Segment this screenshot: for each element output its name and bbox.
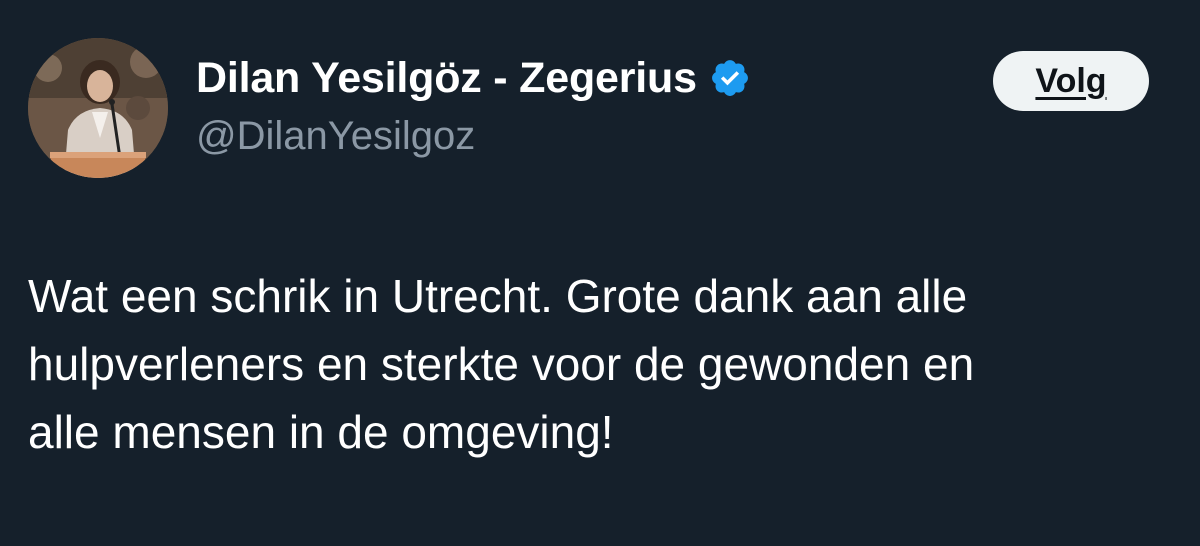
tweet-card: Dilan Yesilgöz - Zegerius @DilanYesilgoz… (0, 0, 1200, 546)
profile-photo-icon (28, 38, 168, 178)
tweet-text: Wat een schrik in Utrecht. Grote dank aa… (28, 270, 975, 458)
author-name-row: Dilan Yesilgöz - Zegerius (196, 50, 751, 106)
author-display-name[interactable]: Dilan Yesilgöz - Zegerius (196, 54, 697, 103)
author-handle[interactable]: @DilanYesilgoz (196, 114, 475, 159)
avatar[interactable] (28, 38, 168, 178)
follow-button[interactable]: Volg (993, 51, 1149, 111)
verified-badge-icon (711, 60, 748, 96)
